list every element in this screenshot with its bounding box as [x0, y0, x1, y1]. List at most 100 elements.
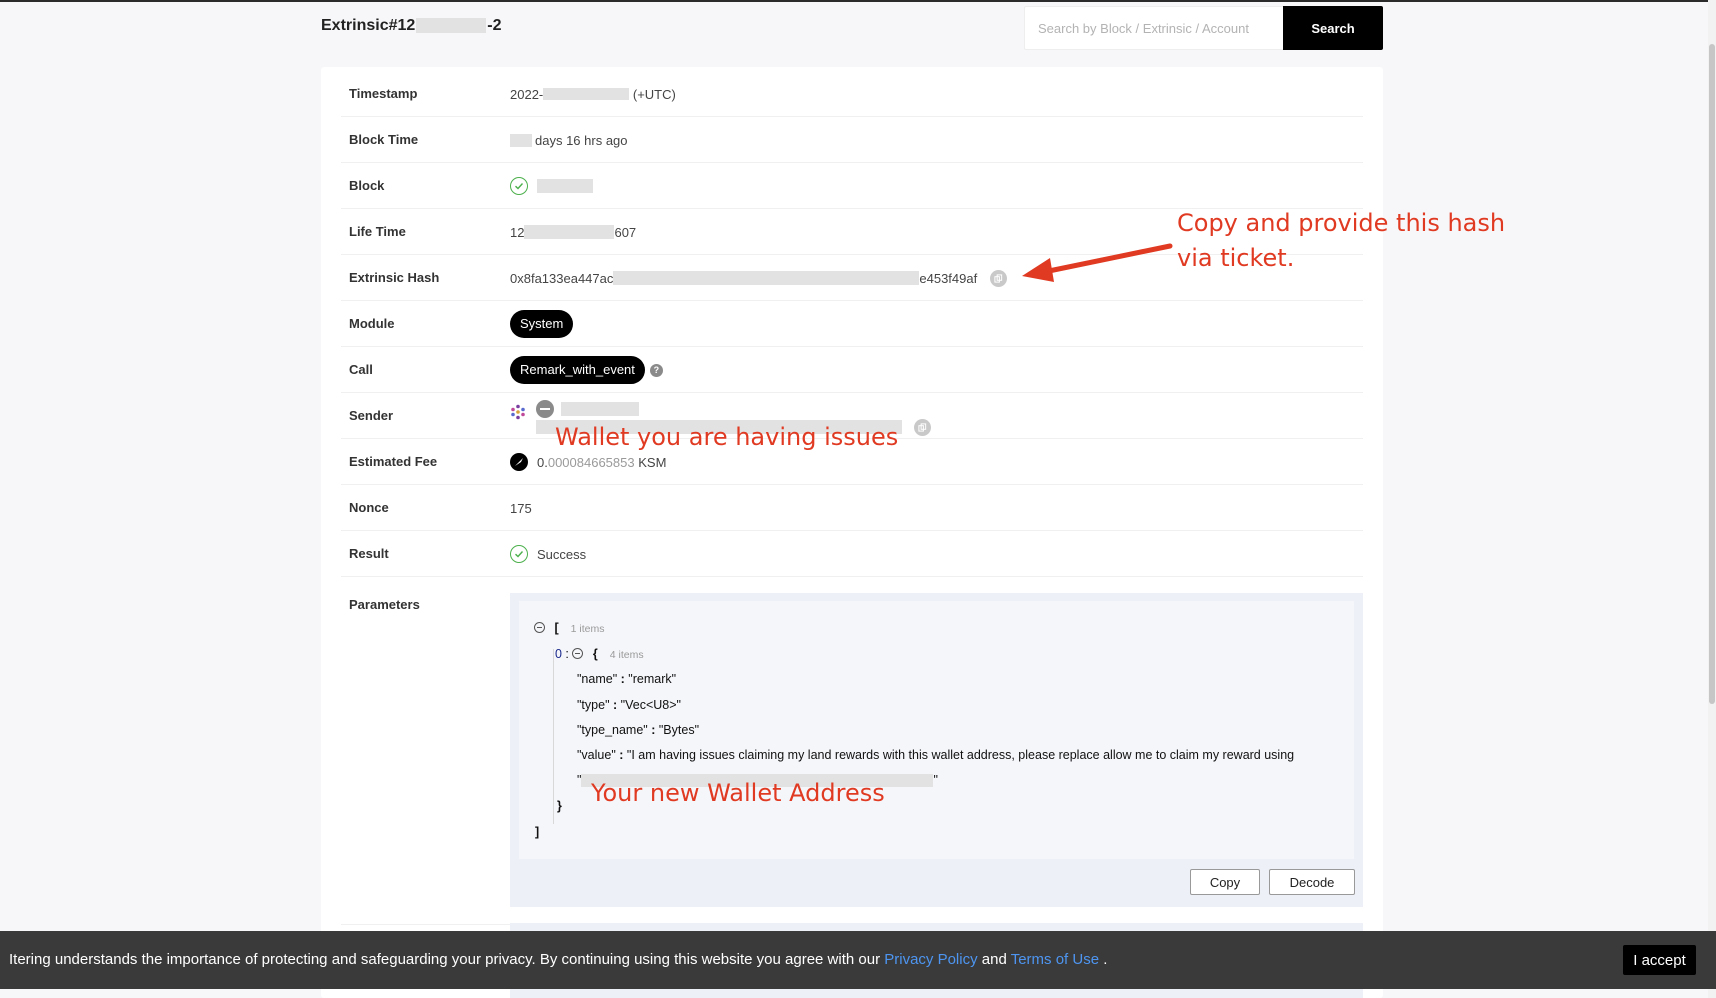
- row-block-time: Block Time days 16 hrs ago: [341, 117, 1363, 163]
- timestamp-prefix: 2022-: [510, 86, 544, 102]
- privacy-policy-link[interactable]: Privacy Policy: [884, 951, 977, 968]
- decode-button[interactable]: Decode: [1269, 869, 1355, 895]
- result-text: Success: [537, 546, 587, 562]
- module-pill[interactable]: System: [510, 310, 574, 338]
- row-module: Module System: [341, 301, 1363, 347]
- fee-integer: 0.: [537, 454, 548, 470]
- field-key: "type": [577, 698, 610, 712]
- collapse-icon[interactable]: [534, 622, 545, 633]
- json-root-line: [1 items: [534, 621, 605, 635]
- result-value: Success: [510, 531, 586, 577]
- extrinsic-hash-label: Extrinsic Hash: [349, 270, 440, 285]
- module-label: Module: [349, 316, 395, 331]
- module-value: System: [510, 301, 574, 347]
- annotation-wallet-issues: Wallet you are having issues: [555, 423, 899, 451]
- row-call: Call Remark_with_event ?: [341, 347, 1363, 393]
- life-time-link[interactable]: 12 607: [510, 209, 636, 255]
- redacted-block: [524, 225, 615, 239]
- identicon-avatar: [511, 404, 525, 420]
- field-value: "Vec<U8>": [620, 698, 681, 712]
- check-icon: [510, 177, 528, 195]
- terms-of-use-link[interactable]: Terms of Use: [1011, 951, 1099, 968]
- item-field-count: 4 items: [609, 649, 644, 661]
- nonce-label: Nonce: [349, 500, 389, 515]
- json-root-close: ]: [535, 825, 540, 839]
- top-border: [0, 0, 1716, 2]
- block-time-text: days 16 hrs ago: [535, 132, 628, 148]
- title-suffix: -2: [487, 17, 502, 34]
- redacted-block: [613, 271, 920, 285]
- cookie-end-text: .: [1099, 951, 1108, 968]
- life-time-label: Life Time: [349, 224, 406, 239]
- redacted-sender-name: [561, 402, 639, 416]
- copy-icon[interactable]: [914, 419, 931, 436]
- field-key: "type_name": [577, 723, 648, 737]
- call-pill[interactable]: Remark_with_event: [510, 356, 645, 384]
- nonce-value: 175: [510, 500, 532, 516]
- json-indent-guide: [553, 649, 554, 824]
- row-timestamp: Timestamp 2022- (+UTC): [341, 71, 1363, 117]
- page-scrollbar[interactable]: [1708, 0, 1716, 998]
- page-title: Extrinsic#12 -2: [321, 17, 502, 35]
- timestamp-suffix: (+UTC): [632, 86, 676, 102]
- annotation-new-wallet: Your new Wallet Address: [591, 779, 885, 807]
- json-viewer: [1 items 0 : {4 items "name" : "remark" …: [519, 601, 1354, 859]
- root-item-count: 1 items: [570, 623, 605, 635]
- annotation-hash-note-line1: Copy and provide this hash: [1177, 209, 1506, 237]
- item-index: 0: [555, 647, 562, 661]
- redacted-block: [416, 18, 487, 34]
- redacted-block: [510, 133, 532, 147]
- field-value: "Bytes": [658, 723, 700, 737]
- cookie-and-text: and: [977, 951, 1011, 968]
- redacted-block-number[interactable]: [537, 179, 593, 193]
- cookie-banner: Itering understands the importance of pr…: [0, 931, 1716, 989]
- annotation-hash-note-line2: via ticket.: [1177, 244, 1295, 272]
- result-label: Result: [349, 546, 389, 561]
- json-field-type-name: "type_name" : "Bytes": [577, 723, 700, 737]
- json-field-type: "type" : "Vec<U8>": [577, 698, 681, 712]
- estimated-fee-label: Estimated Fee: [349, 454, 438, 469]
- block-time-label: Block Time: [349, 132, 419, 147]
- fee-decimals: 000084665853: [547, 454, 635, 470]
- copy-icon[interactable]: [990, 269, 1008, 287]
- search-input[interactable]: [1024, 6, 1283, 50]
- life-time-prefix: 12: [510, 224, 525, 240]
- cookie-text: Itering understands the importance of pr…: [9, 931, 1107, 989]
- scrollbar-thumb[interactable]: [1709, 44, 1715, 704]
- hash-prefix: 0x8fa133ea447ac: [510, 270, 614, 286]
- help-icon[interactable]: ?: [649, 363, 663, 377]
- json-field-name: "name" : "remark": [577, 672, 677, 686]
- open-bracket: [: [554, 621, 559, 635]
- cookie-message: Itering understands the importance of pr…: [9, 951, 885, 968]
- fee-unit: KSM: [638, 454, 667, 470]
- identity-status-icon: [536, 400, 554, 418]
- timestamp-value: 2022- (+UTC): [510, 71, 676, 117]
- continuation-close-quote: ": [933, 773, 938, 787]
- search-bar: Search: [1024, 6, 1383, 50]
- check-icon: [510, 545, 528, 563]
- accept-cookies-button[interactable]: I accept: [1623, 945, 1696, 975]
- block-label: Block: [349, 178, 385, 193]
- collapse-icon[interactable]: [572, 648, 584, 659]
- kusama-icon: [510, 453, 528, 471]
- block-time-value: days 16 hrs ago: [510, 117, 628, 163]
- hash-suffix: e453f49af: [919, 270, 978, 286]
- parameters-label: Parameters: [349, 597, 420, 612]
- field-key: "name": [577, 672, 618, 686]
- json-field-value: "value" : "I am having issues claiming m…: [577, 748, 1295, 762]
- parameters-panel: [1 items 0 : {4 items "name" : "remark" …: [510, 593, 1363, 907]
- json-item-line: 0 : {4 items: [555, 647, 644, 661]
- field-value: "remark": [628, 672, 677, 686]
- extrinsic-detail-card: Timestamp 2022- (+UTC) Block Time days 1…: [321, 67, 1383, 998]
- call-label: Call: [349, 362, 373, 377]
- redacted-block: [543, 88, 630, 100]
- extrinsic-hash-value: 0x8fa133ea447ac e453f49af: [510, 255, 1008, 301]
- row-nonce: Nonce 175: [341, 485, 1363, 531]
- timestamp-label: Timestamp: [349, 86, 418, 101]
- copy-button[interactable]: Copy: [1190, 869, 1260, 895]
- field-value: "I am having issues claiming my land rew…: [626, 748, 1295, 762]
- call-value: Remark_with_event ?: [510, 347, 663, 393]
- row-block: Block: [341, 163, 1363, 209]
- search-button[interactable]: Search: [1283, 6, 1383, 50]
- annotation-arrow: [1022, 243, 1173, 282]
